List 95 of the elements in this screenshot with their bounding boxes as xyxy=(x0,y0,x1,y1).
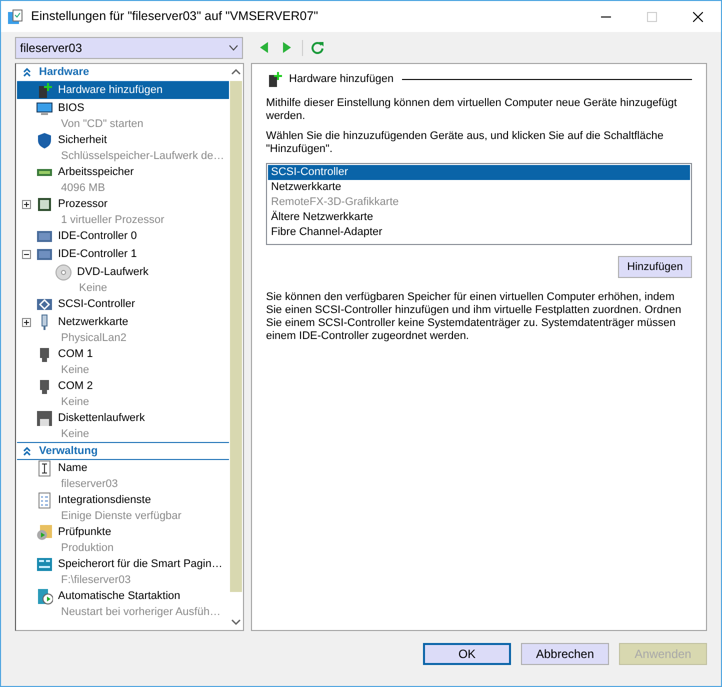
add-button[interactable]: Hinzufügen xyxy=(618,256,692,278)
item-detail: Keine xyxy=(61,427,90,442)
settings-icon xyxy=(7,8,23,24)
add-hardware-icon xyxy=(36,82,53,99)
tree-item[interactable]: Name xyxy=(17,460,229,477)
maximize-icon xyxy=(647,12,657,22)
item-label: IDE-Controller 0 xyxy=(58,229,137,244)
close-icon xyxy=(693,12,703,22)
security-icon xyxy=(36,132,53,149)
vm-name: fileserver03 xyxy=(20,40,82,56)
name-icon xyxy=(36,460,53,477)
tree-item[interactable]: Automatische Startaktion xyxy=(17,588,229,605)
item-detail: Keine xyxy=(61,363,90,378)
item-label: COM 1 xyxy=(58,347,93,362)
expander[interactable] xyxy=(22,318,30,327)
tree-item[interactable]: COM 1 xyxy=(17,346,229,363)
plus-icon xyxy=(22,201,30,208)
item-detail: Produktion xyxy=(61,541,114,556)
window-title: Einstellungen für "fileserver03" auf "VMSERVER07" xyxy=(31,8,318,26)
item-label: IDE-Controller 1 xyxy=(58,247,137,262)
section-title: Verwaltung xyxy=(39,444,98,459)
start-icon xyxy=(36,588,53,605)
expander[interactable] xyxy=(22,250,30,259)
tree-item[interactable]: Netzwerkkarte xyxy=(17,314,229,331)
bios-icon xyxy=(36,100,53,117)
collapse-icon xyxy=(23,446,31,456)
dialog-button[interactable]: OK xyxy=(423,643,511,665)
tree-item[interactable]: IDE-Controller 1 xyxy=(17,246,229,263)
tree-item[interactable]: Prüfpunkte xyxy=(17,524,229,541)
vm-dropdown[interactable]: fileserver03 xyxy=(15,36,243,58)
item-detail: Neustart bei vorheriger Ausfüh… xyxy=(61,605,221,620)
plus-icon xyxy=(22,319,30,326)
item-detail: Keine xyxy=(79,281,108,296)
tree-item[interactable]: Speicherort für die Smart Pagin… xyxy=(17,556,229,573)
chevron-icon xyxy=(229,44,238,50)
item-detail: Keine xyxy=(61,395,90,410)
tree-item[interactable]: Integrationsdienste xyxy=(17,492,229,509)
item-detail: 1 virtueller Prozessor xyxy=(61,213,164,228)
item-label: BIOS xyxy=(58,101,84,116)
item-label: Name xyxy=(58,461,88,476)
minus-icon xyxy=(22,251,30,258)
item-detail: F:\fileserver03 xyxy=(61,573,131,588)
checkpoint-icon xyxy=(36,524,53,541)
item-label: Hardware hinzufügen xyxy=(58,83,163,98)
item-detail: PhysicalLan2 xyxy=(61,331,126,346)
instruction-text: Wählen Sie die hinzuzufügenden Geräte aus, und klicken Sie auf die Schaltfläche "Hinzufügen". xyxy=(266,130,664,156)
services-icon xyxy=(36,492,53,509)
controller-icon xyxy=(36,246,53,263)
tree-item[interactable]: DVD-Laufwerk xyxy=(17,264,229,281)
floppy-icon xyxy=(36,410,53,427)
panel-heading: Hardware hinzufügen xyxy=(289,72,394,87)
item-label: SCSI-Controller xyxy=(58,297,136,312)
tree-item[interactable]: Hardware hinzufügen xyxy=(17,82,229,99)
note-text: Sie können den verfügbaren Speicher für einen virtuellen Computer erhöhen, indem Sie einen SCSI-Controller hinzufügen und ihm virtuelle Festplatten zuordnen. Ordnen Sie einem SCSI-Controller keine Systemdatenträger zu. Systemdatenträger müssen einem IDE-Controller zugeordnet werden. xyxy=(266,291,682,343)
item-label: Prozessor xyxy=(58,197,108,212)
item-label: Diskettenlaufwerk xyxy=(58,411,145,426)
tree-item[interactable]: BIOS xyxy=(17,100,229,117)
tree-item[interactable]: SCSI-Controller xyxy=(17,296,229,313)
tree-item[interactable]: COM 2 xyxy=(17,378,229,395)
add-hardware-icon xyxy=(266,70,283,88)
item-label: Prüfpunkte xyxy=(58,525,112,540)
dialog-button[interactable]: Abbrechen xyxy=(521,643,609,665)
device-option[interactable]: Ältere Netzwerkkarte xyxy=(268,210,690,225)
tree-item[interactable]: IDE-Controller 0 xyxy=(17,228,229,245)
tree-item[interactable]: Prozessor xyxy=(17,196,229,213)
refresh-button[interactable] xyxy=(309,40,325,56)
tree-item[interactable]: Diskettenlaufwerk xyxy=(17,410,229,427)
device-option[interactable]: Fibre Channel-Adapter xyxy=(268,225,690,240)
item-label: Sicherheit xyxy=(58,133,107,148)
item-detail: Von "CD" starten xyxy=(61,117,144,132)
item-label: Speicherort für die Smart Pagin… xyxy=(58,557,222,572)
tree-item[interactable]: Arbeitsspeicher xyxy=(17,164,229,181)
item-label: COM 2 xyxy=(58,379,93,394)
item-detail: fileserver03 xyxy=(61,477,118,492)
item-detail: 4096 MB xyxy=(61,181,106,196)
paging-icon xyxy=(36,556,53,573)
item-label: Arbeitsspeicher xyxy=(58,165,134,180)
item-detail: Einige Dienste verfügbar xyxy=(61,509,182,524)
item-label: Integrationsdienste xyxy=(58,493,151,508)
section-title: Hardware xyxy=(39,65,90,80)
scsi-icon xyxy=(36,296,53,313)
collapse-icon xyxy=(23,68,31,77)
item-label: Netzwerkkarte xyxy=(58,315,128,330)
controller-icon xyxy=(36,228,53,245)
item-label: Automatische Startaktion xyxy=(58,589,180,604)
tree-item[interactable]: Sicherheit xyxy=(17,132,229,149)
expander[interactable] xyxy=(22,200,30,209)
device-option[interactable]: SCSI-Controller xyxy=(268,165,690,180)
cpu-icon xyxy=(36,196,53,213)
device-option[interactable]: Netzwerkkarte xyxy=(268,180,690,195)
dvd-icon xyxy=(55,264,72,281)
item-detail: Schlüsselspeicher-Laufwerk de… xyxy=(61,149,224,164)
section-header[interactable]: Verwaltung xyxy=(17,442,229,460)
item-label: DVD-Laufwerk xyxy=(77,265,149,280)
intro-text: Mithilfe dieser Einstellung können dem virtuellen Computer neue Geräte hinzugefügt werden. xyxy=(266,97,678,123)
